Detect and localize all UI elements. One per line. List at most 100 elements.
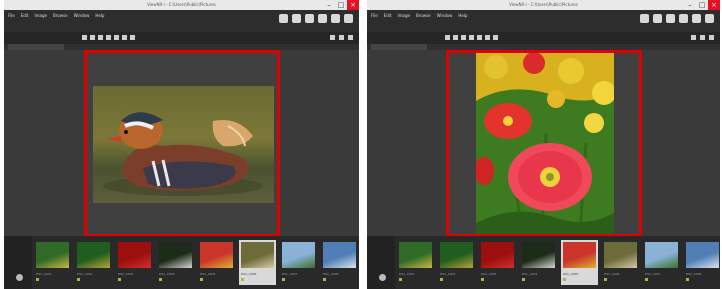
thumbnail-image	[282, 242, 315, 268]
map-icon[interactable]	[318, 14, 327, 23]
menu-file[interactable]: File	[371, 13, 378, 18]
back-icon[interactable]	[82, 35, 87, 40]
menu-bar: File Edit Image Browse Window Help	[367, 10, 720, 32]
menu-image[interactable]: Image	[397, 13, 410, 18]
thumbnail-item[interactable]: DSC_0006	[602, 240, 639, 285]
thumbnail-item[interactable]: DSC_0001	[397, 240, 434, 285]
zoom-icon[interactable]	[130, 35, 135, 40]
forward-icon[interactable]	[453, 35, 458, 40]
thumbnail-status-icon	[118, 278, 121, 281]
filmstrip-sidebar	[4, 236, 32, 289]
thumbnail-list: DSC_0001 DSC_0002 DSC_0003 DSC_0004 DSC_0005…	[34, 240, 358, 285]
movie-icon[interactable]	[331, 14, 340, 23]
menu-edit[interactable]: Edit	[384, 13, 392, 18]
upload-icon[interactable]	[666, 14, 675, 23]
filmstrip-toggle-icon[interactable]	[379, 274, 386, 281]
title-bar: ViewNX-i - C:\Users\Public\Pictures – □ …	[367, 0, 720, 10]
image-viewer	[367, 50, 720, 237]
thumbnail-status-icon	[440, 278, 443, 281]
thumbnail-status-icon	[522, 278, 525, 281]
thumbnail-item[interactable]: DSC_0004	[157, 240, 194, 285]
left-app-window: ViewNX-i - C:\Users\Public\Pictures – □ …	[4, 0, 359, 289]
rotate-right-icon[interactable]	[469, 35, 474, 40]
forward-icon[interactable]	[90, 35, 95, 40]
compare-icon[interactable]	[700, 35, 705, 40]
thumbnail-item[interactable]: DSC_0002	[438, 240, 475, 285]
window-title: ViewNX-i - C:\Users\Public\Pictures	[509, 2, 578, 7]
menu-browse[interactable]: Browse	[53, 13, 68, 18]
thumbnail-item[interactable]: DSC_0005	[561, 240, 598, 285]
view-mode-icon[interactable]	[330, 35, 335, 40]
rotate-left-icon[interactable]	[461, 35, 466, 40]
menu-bar: File Edit Image Browse Window Help	[4, 10, 359, 32]
right-app-window: ViewNX-i - C:\Users\Public\Pictures – □ …	[367, 0, 720, 289]
view-mode-icon[interactable]	[691, 35, 696, 40]
back-icon[interactable]	[445, 35, 450, 40]
thumbnail-item[interactable]: DSC_0003	[116, 240, 153, 285]
thumbnail-item[interactable]: DSC_0003	[479, 240, 516, 285]
menu-file[interactable]: File	[8, 13, 15, 18]
mail-icon[interactable]	[292, 14, 301, 23]
upload-icon[interactable]	[305, 14, 314, 23]
menu-help[interactable]: Help	[95, 13, 104, 18]
rotate-left-icon[interactable]	[98, 35, 103, 40]
menu-browse[interactable]: Browse	[416, 13, 431, 18]
print-icon[interactable]	[640, 14, 649, 23]
menu-window[interactable]: Window	[437, 13, 453, 18]
movie-icon[interactable]	[692, 14, 701, 23]
title-bar: ViewNX-i - C:\Users\Public\Pictures – □ …	[4, 0, 359, 10]
minimize-button[interactable]: –	[323, 0, 335, 10]
edit-icon[interactable]	[705, 14, 714, 23]
thumbnail-image	[323, 242, 356, 268]
thumbnail-label: DSC_0003	[481, 272, 497, 276]
label-icon[interactable]	[122, 35, 127, 40]
maximize-button[interactable]: □	[335, 0, 347, 10]
thumbnail-image	[118, 242, 151, 268]
minimize-button[interactable]: –	[684, 0, 696, 10]
menu-help[interactable]: Help	[458, 13, 467, 18]
rating-icon[interactable]	[114, 35, 119, 40]
menu-edit[interactable]: Edit	[21, 13, 29, 18]
thumbnail-item[interactable]: DSC_0008	[321, 240, 358, 285]
image-viewer	[4, 50, 359, 237]
thumbnail-image	[522, 242, 555, 268]
fullscreen-icon[interactable]	[348, 35, 353, 40]
compare-icon[interactable]	[339, 35, 344, 40]
label-icon[interactable]	[485, 35, 490, 40]
close-button[interactable]: ×	[708, 0, 720, 10]
thumbnail-item[interactable]: DSC_0001	[34, 240, 71, 285]
filmstrip-toggle-icon[interactable]	[16, 274, 23, 281]
menu-window[interactable]: Window	[74, 13, 90, 18]
thumbnail-image	[200, 242, 233, 268]
zoom-icon[interactable]	[493, 35, 498, 40]
thumbnail-item[interactable]: DSC_0007	[280, 240, 317, 285]
menu-image[interactable]: Image	[34, 13, 47, 18]
thumbnail-label: DSC_0006	[604, 272, 620, 276]
maximize-button[interactable]: □	[696, 0, 708, 10]
print-icon[interactable]	[279, 14, 288, 23]
rating-icon[interactable]	[477, 35, 482, 40]
thumbnail-status-icon	[159, 278, 162, 281]
highlight-frame	[84, 50, 280, 237]
thumbnail-item[interactable]: DSC_0008	[684, 240, 720, 285]
edit-icon[interactable]	[344, 14, 353, 23]
thumbnail-item[interactable]: DSC_0004	[520, 240, 557, 285]
thumbnail-item[interactable]: DSC_0002	[75, 240, 112, 285]
mandarin-duck-photo[interactable]	[93, 86, 274, 203]
window-title: ViewNX-i - C:\Users\Public\Pictures	[147, 2, 216, 7]
map-icon[interactable]	[679, 14, 688, 23]
thumbnail-label: DSC_0002	[77, 272, 93, 276]
close-button[interactable]: ×	[347, 0, 359, 10]
thumbnail-list: DSC_0001 DSC_0002 DSC_0003 DSC_0004 DSC_0005…	[397, 240, 720, 285]
thumbnail-status-icon	[563, 278, 566, 281]
fullscreen-icon[interactable]	[709, 35, 714, 40]
thumbnail-item[interactable]: DSC_0005	[198, 240, 235, 285]
thumbnail-item[interactable]: DSC_0007	[643, 240, 680, 285]
thumbnail-image	[36, 242, 69, 268]
mail-icon[interactable]	[653, 14, 662, 23]
poppy-flowers-photo[interactable]	[476, 53, 614, 234]
thumbnail-item[interactable]: DSC_0006	[239, 240, 276, 285]
thumbnail-label: DSC_0007	[645, 272, 661, 276]
thumbnail-label: DSC_0004	[159, 272, 175, 276]
rotate-right-icon[interactable]	[106, 35, 111, 40]
